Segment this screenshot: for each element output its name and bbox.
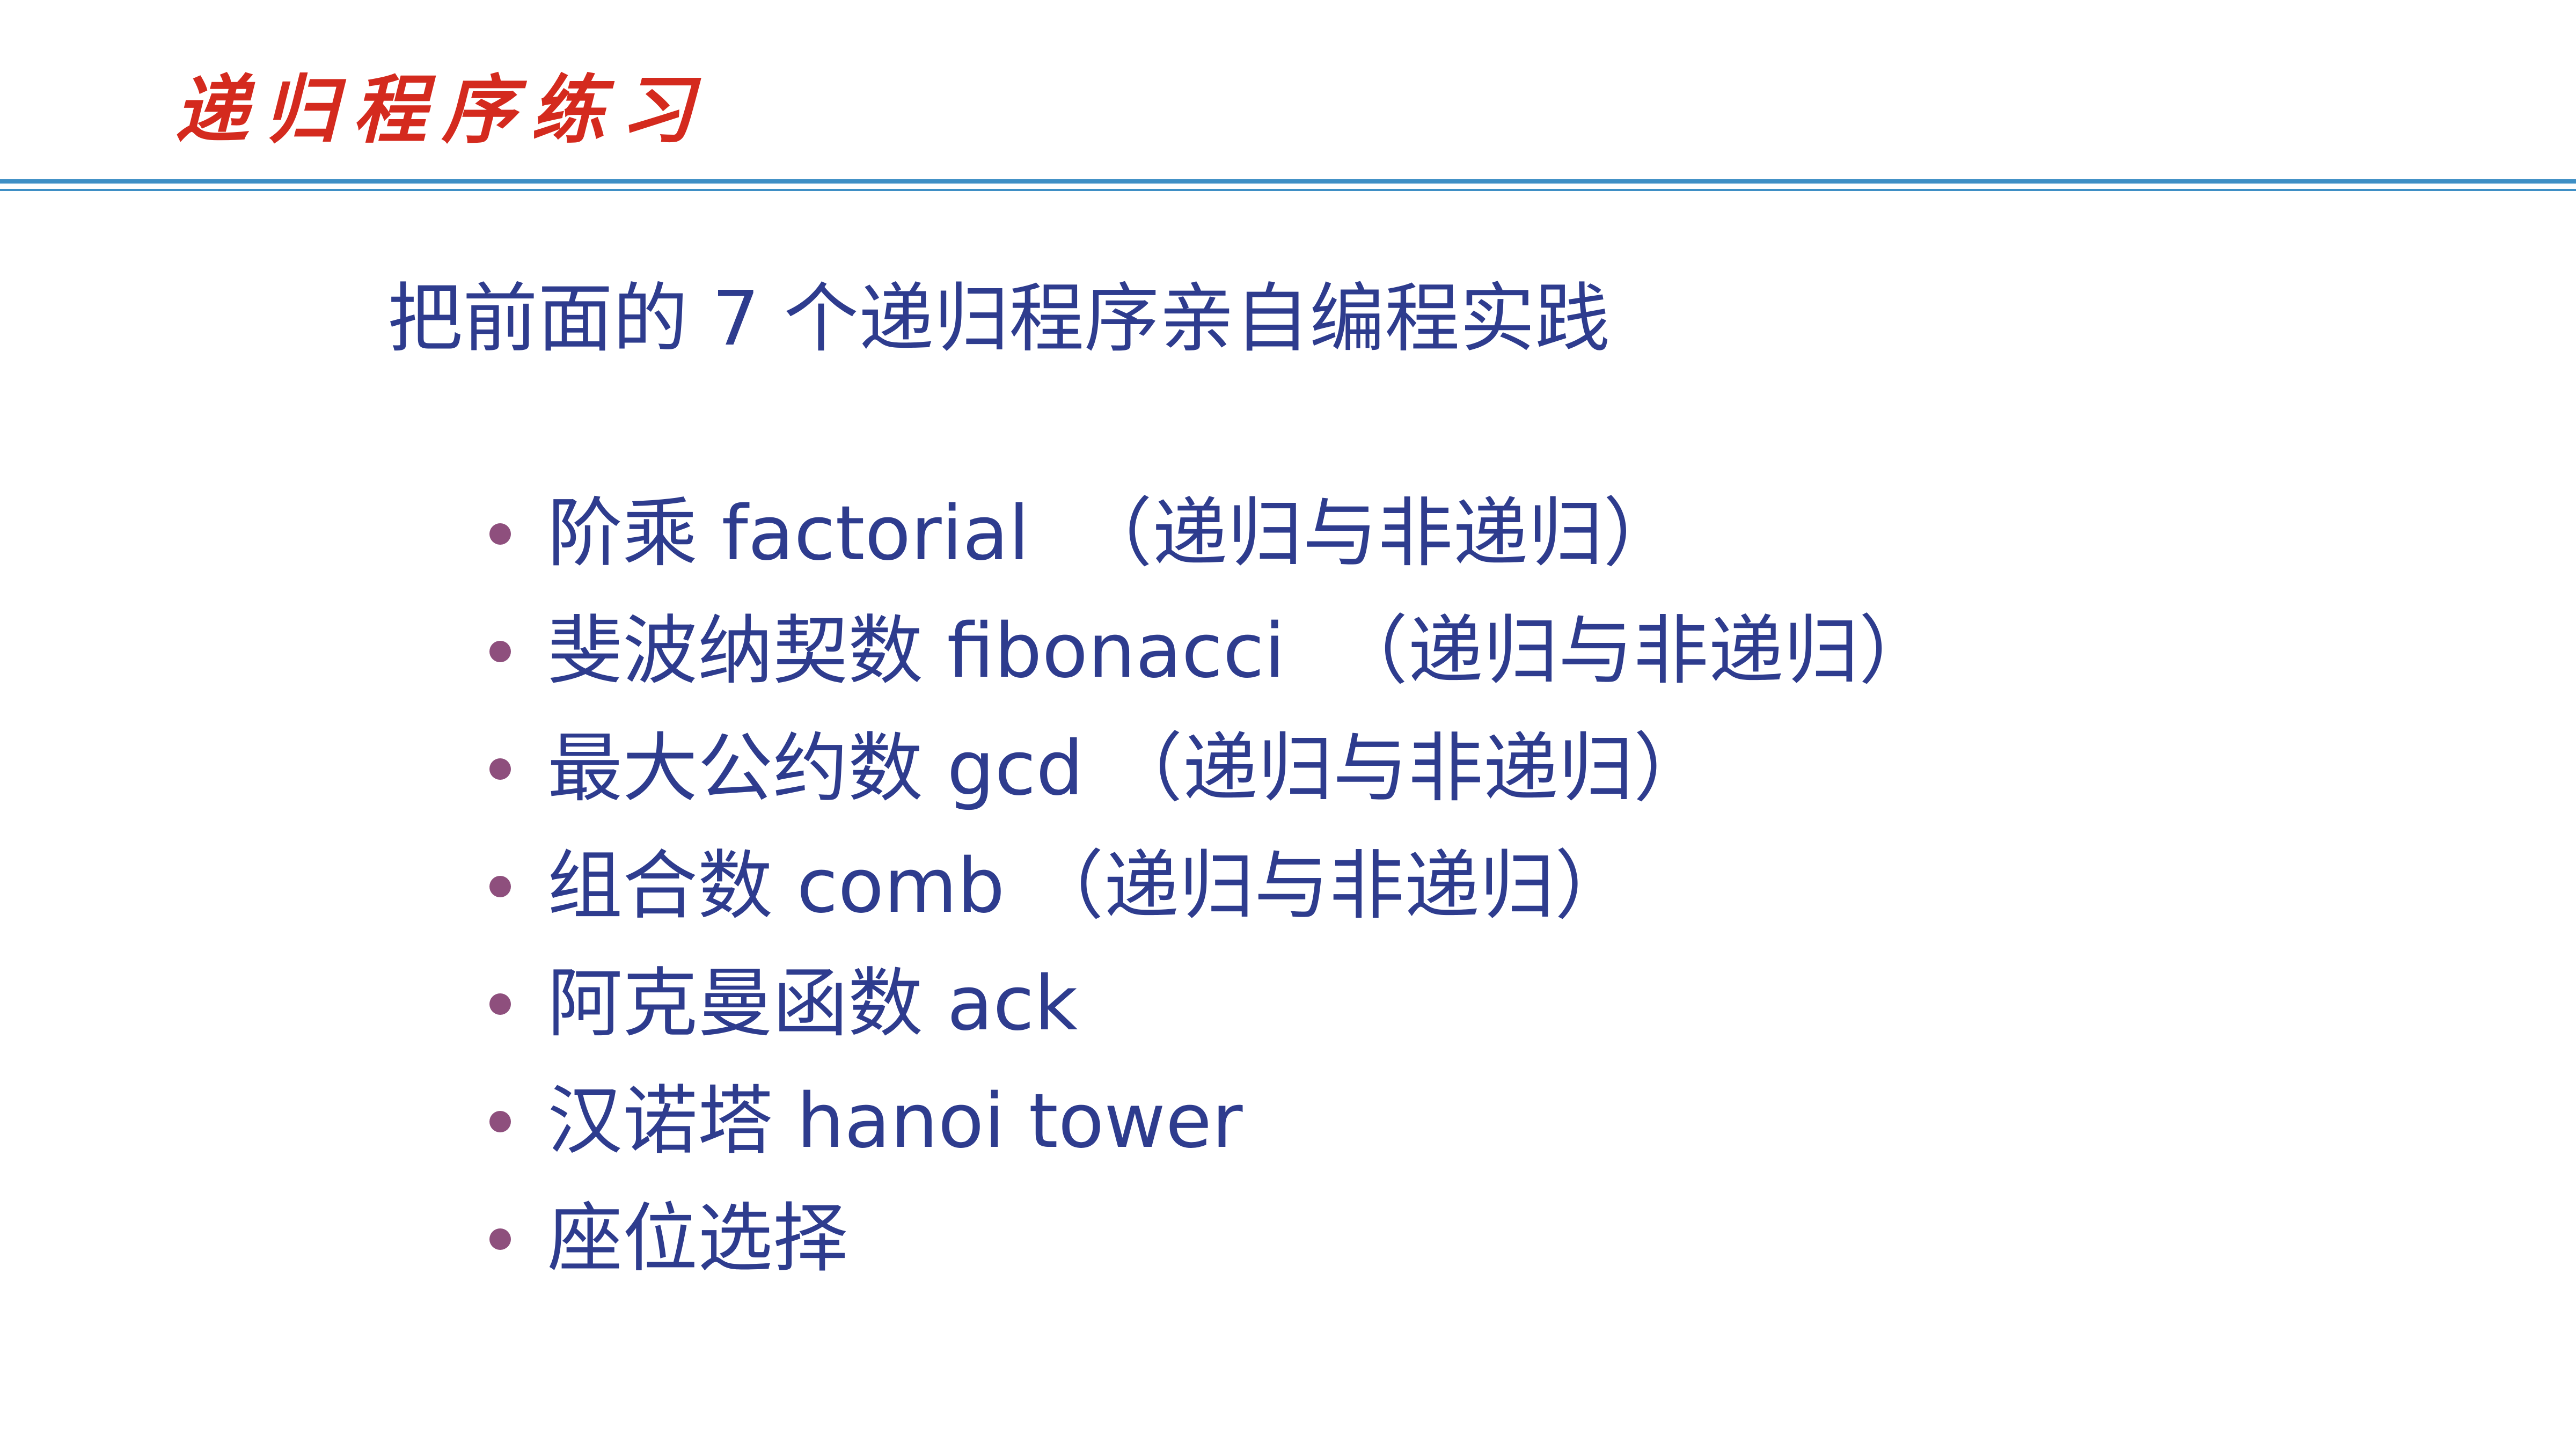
- slide-title: 递归程序练习: [174, 66, 709, 153]
- list-item-text: 阿克曼函数 ack: [547, 960, 1078, 1048]
- list-item-text: 斐波纳契数 fibonacci （递归与非递归）: [547, 608, 1934, 695]
- header-divider-bottom: [0, 189, 2576, 191]
- list-item-text: 座位选择: [547, 1195, 848, 1283]
- bullet-dot-icon: [489, 523, 511, 545]
- bullet-dot-icon: [489, 993, 511, 1015]
- bullet-dot-icon: [489, 1228, 511, 1250]
- bullet-dot-icon: [489, 876, 511, 897]
- list-item-text: 阶乘 factorial （递归与非递归）: [547, 490, 1679, 577]
- list-item-text: 汉诺塔 hanoi tower: [547, 1078, 1243, 1165]
- list-item-text: 最大公约数 gcd （递归与非递归）: [547, 725, 1709, 813]
- slide-subtitle: 把前面的 7 个递归程序亲自编程实践: [387, 275, 1611, 363]
- bullet-dot-icon: [489, 1111, 511, 1132]
- header-divider-top: [0, 179, 2576, 184]
- bullet-dot-icon: [489, 641, 511, 662]
- slide: 递归程序练习 把前面的 7 个递归程序亲自编程实践 阶乘 factorial （…: [0, 0, 2576, 1449]
- bullet-dot-icon: [489, 758, 511, 780]
- list-item-text: 组合数 comb （递归与非递归）: [547, 843, 1630, 930]
